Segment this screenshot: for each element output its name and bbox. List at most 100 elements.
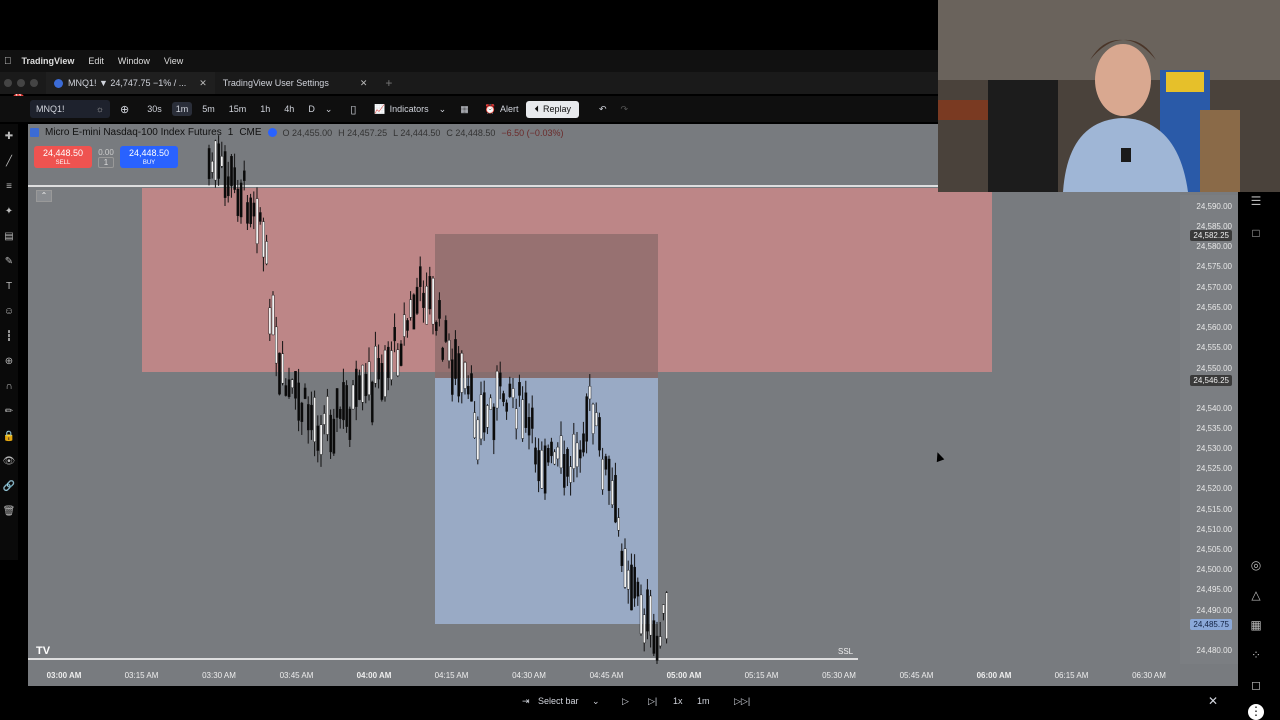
eye-icon[interactable]: 👁: [3, 449, 16, 474]
close-window-button[interactable]: [4, 79, 12, 87]
chart-pane[interactable]: [28, 124, 1238, 664]
jump-to-realtime-icon[interactable]: ▷▷|: [734, 696, 750, 707]
add-symbol-icon[interactable]: ⊕: [120, 103, 129, 116]
chart-canvas[interactable]: [28, 124, 1238, 664]
select-bar-label[interactable]: Select bar: [538, 696, 579, 706]
zoom-icon[interactable]: ⊕: [5, 349, 13, 374]
chevron-down-icon[interactable]: ⌄: [592, 696, 600, 707]
timeframe-4h[interactable]: 4h: [280, 102, 298, 116]
indicators-button[interactable]: 📈 Indicators: [374, 104, 428, 115]
tab-settings[interactable]: TradingView User Settings ✕: [215, 72, 376, 94]
menu-item-view[interactable]: View: [164, 56, 183, 66]
apple-icon[interactable]: : [4, 56, 12, 67]
menu-item-edit[interactable]: Edit: [88, 56, 104, 66]
replay-button[interactable]: ⏴ Replay: [526, 100, 579, 118]
candle-type-icon[interactable]: ▯: [350, 103, 356, 116]
candle-body: [582, 433, 585, 453]
trendline-icon[interactable]: ╱: [6, 149, 12, 174]
candle-body: [380, 363, 384, 400]
minimize-window-button[interactable]: [17, 79, 25, 87]
ruler-icon[interactable]: ┇: [6, 324, 12, 349]
trash-icon[interactable]: 🗑: [3, 499, 16, 524]
chevron-down-icon[interactable]: ⌄: [325, 104, 333, 115]
candle-body: [489, 397, 493, 410]
chat-icon[interactable]: □: [1248, 226, 1264, 242]
close-replay-icon[interactable]: ✕: [1208, 694, 1218, 708]
symbol-search[interactable]: MNQ1! ☼: [30, 100, 110, 118]
layers-icon[interactable]: ☰: [1248, 194, 1264, 210]
target-icon[interactable]: ◎: [1248, 558, 1264, 574]
candle-body: [390, 350, 393, 380]
candle-body: [412, 294, 416, 330]
instrument-name[interactable]: Micro E-mini Nasdaq-100 Index Futures: [45, 127, 222, 138]
timeframe-1m[interactable]: 1m: [171, 102, 193, 116]
short-position-stop[interactable]: [435, 234, 658, 378]
speed-label[interactable]: 1x: [673, 696, 683, 706]
timeframe-1h[interactable]: 1h: [256, 102, 274, 116]
magnet-icon[interactable]: ∩: [5, 374, 12, 399]
timeframe-5m[interactable]: 5m: [198, 102, 219, 116]
bell-icon[interactable]: ◻: [1248, 678, 1264, 694]
candle-body: [339, 409, 342, 419]
stream-icon[interactable]: ⁘: [1248, 648, 1264, 664]
undo-icon[interactable]: ↶: [599, 104, 607, 115]
timeframe-30s[interactable]: 30s: [143, 102, 166, 116]
pattern-icon[interactable]: ✦: [5, 199, 13, 224]
candle-body: [607, 458, 611, 491]
position-icon[interactable]: ▤: [4, 224, 13, 249]
apps-icon[interactable]: ⋮: [1248, 704, 1264, 720]
candle-body: [258, 212, 262, 222]
text-icon[interactable]: T: [6, 274, 12, 299]
compare-icon[interactable]: ☼: [96, 104, 104, 114]
price-label: 24,500.00: [1196, 565, 1232, 574]
time-label: 03:45 AM: [279, 671, 314, 680]
ideas-icon[interactable]: △: [1248, 588, 1264, 604]
indicators-label: Indicators: [389, 104, 429, 114]
select-bar-icon[interactable]: ⇥: [522, 696, 530, 707]
stay-drawing-icon[interactable]: ✏: [5, 399, 13, 424]
qty-box[interactable]: 1: [98, 157, 114, 168]
time-axis[interactable]: 03:00 AM 03:15 AM 03:30 AM 03:45 AM 04:00 AM…: [28, 664, 1238, 686]
candle-body: [435, 321, 438, 331]
alert-button[interactable]: ⏰ Alert: [485, 104, 519, 115]
candle-body: [326, 396, 329, 435]
collapse-legend-button[interactable]: ⌃: [36, 190, 52, 202]
layouts-icon[interactable]: ▦: [460, 104, 469, 115]
sell-button[interactable]: 24,448.50 SELL: [34, 146, 92, 168]
play-icon[interactable]: ▷: [622, 696, 629, 707]
fib-icon[interactable]: ≡: [6, 174, 12, 199]
menu-app-name[interactable]: TradingView: [22, 56, 75, 66]
interval-label[interactable]: 1m: [697, 696, 710, 706]
brush-icon[interactable]: ✎: [5, 249, 13, 274]
price-axis[interactable]: 24,590.00 24,585.00 24,580.00 24,575.00 24,5…: [1180, 195, 1238, 665]
candle-body: [351, 384, 355, 410]
emoji-icon[interactable]: ☺: [4, 299, 14, 324]
tab-close-icon[interactable]: ✕: [360, 78, 368, 89]
candle-body: [358, 375, 361, 400]
crosshair-icon[interactable]: ✚: [5, 124, 13, 149]
link-icon[interactable]: 🔗: [3, 474, 15, 499]
new-tab-icon[interactable]: +: [385, 76, 392, 90]
timeframe-15m[interactable]: 15m: [225, 102, 251, 116]
calendar-icon[interactable]: ▦: [1248, 618, 1264, 634]
candle-body: [646, 589, 649, 632]
templates-chevron-icon[interactable]: ⌄: [439, 104, 447, 115]
buy-button[interactable]: 24,448.50 BUY: [120, 146, 178, 168]
tab-close-icon[interactable]: ✕: [199, 78, 207, 89]
candle-body: [476, 419, 480, 461]
time-label: 05:30 AM: [822, 671, 856, 680]
menu-item-window[interactable]: Window: [118, 56, 150, 66]
candle-body: [268, 307, 272, 335]
price-label: 24,510.00: [1196, 525, 1232, 534]
candle-body: [614, 474, 617, 523]
tab-chart[interactable]: MNQ1! ▼ 24,747.75 −1% / ... ✕: [46, 72, 215, 94]
candle-body: [473, 412, 477, 438]
step-forward-icon[interactable]: ▷|: [648, 696, 657, 707]
redo-icon[interactable]: ↷: [621, 104, 629, 115]
candle-body: [505, 402, 509, 412]
timeframe-d[interactable]: D: [304, 102, 319, 116]
lock-icon[interactable]: 🔒: [3, 424, 15, 449]
alarm-icon: ⏰: [484, 103, 496, 114]
zoom-window-button[interactable]: [30, 79, 38, 87]
candle-body: [591, 403, 595, 434]
